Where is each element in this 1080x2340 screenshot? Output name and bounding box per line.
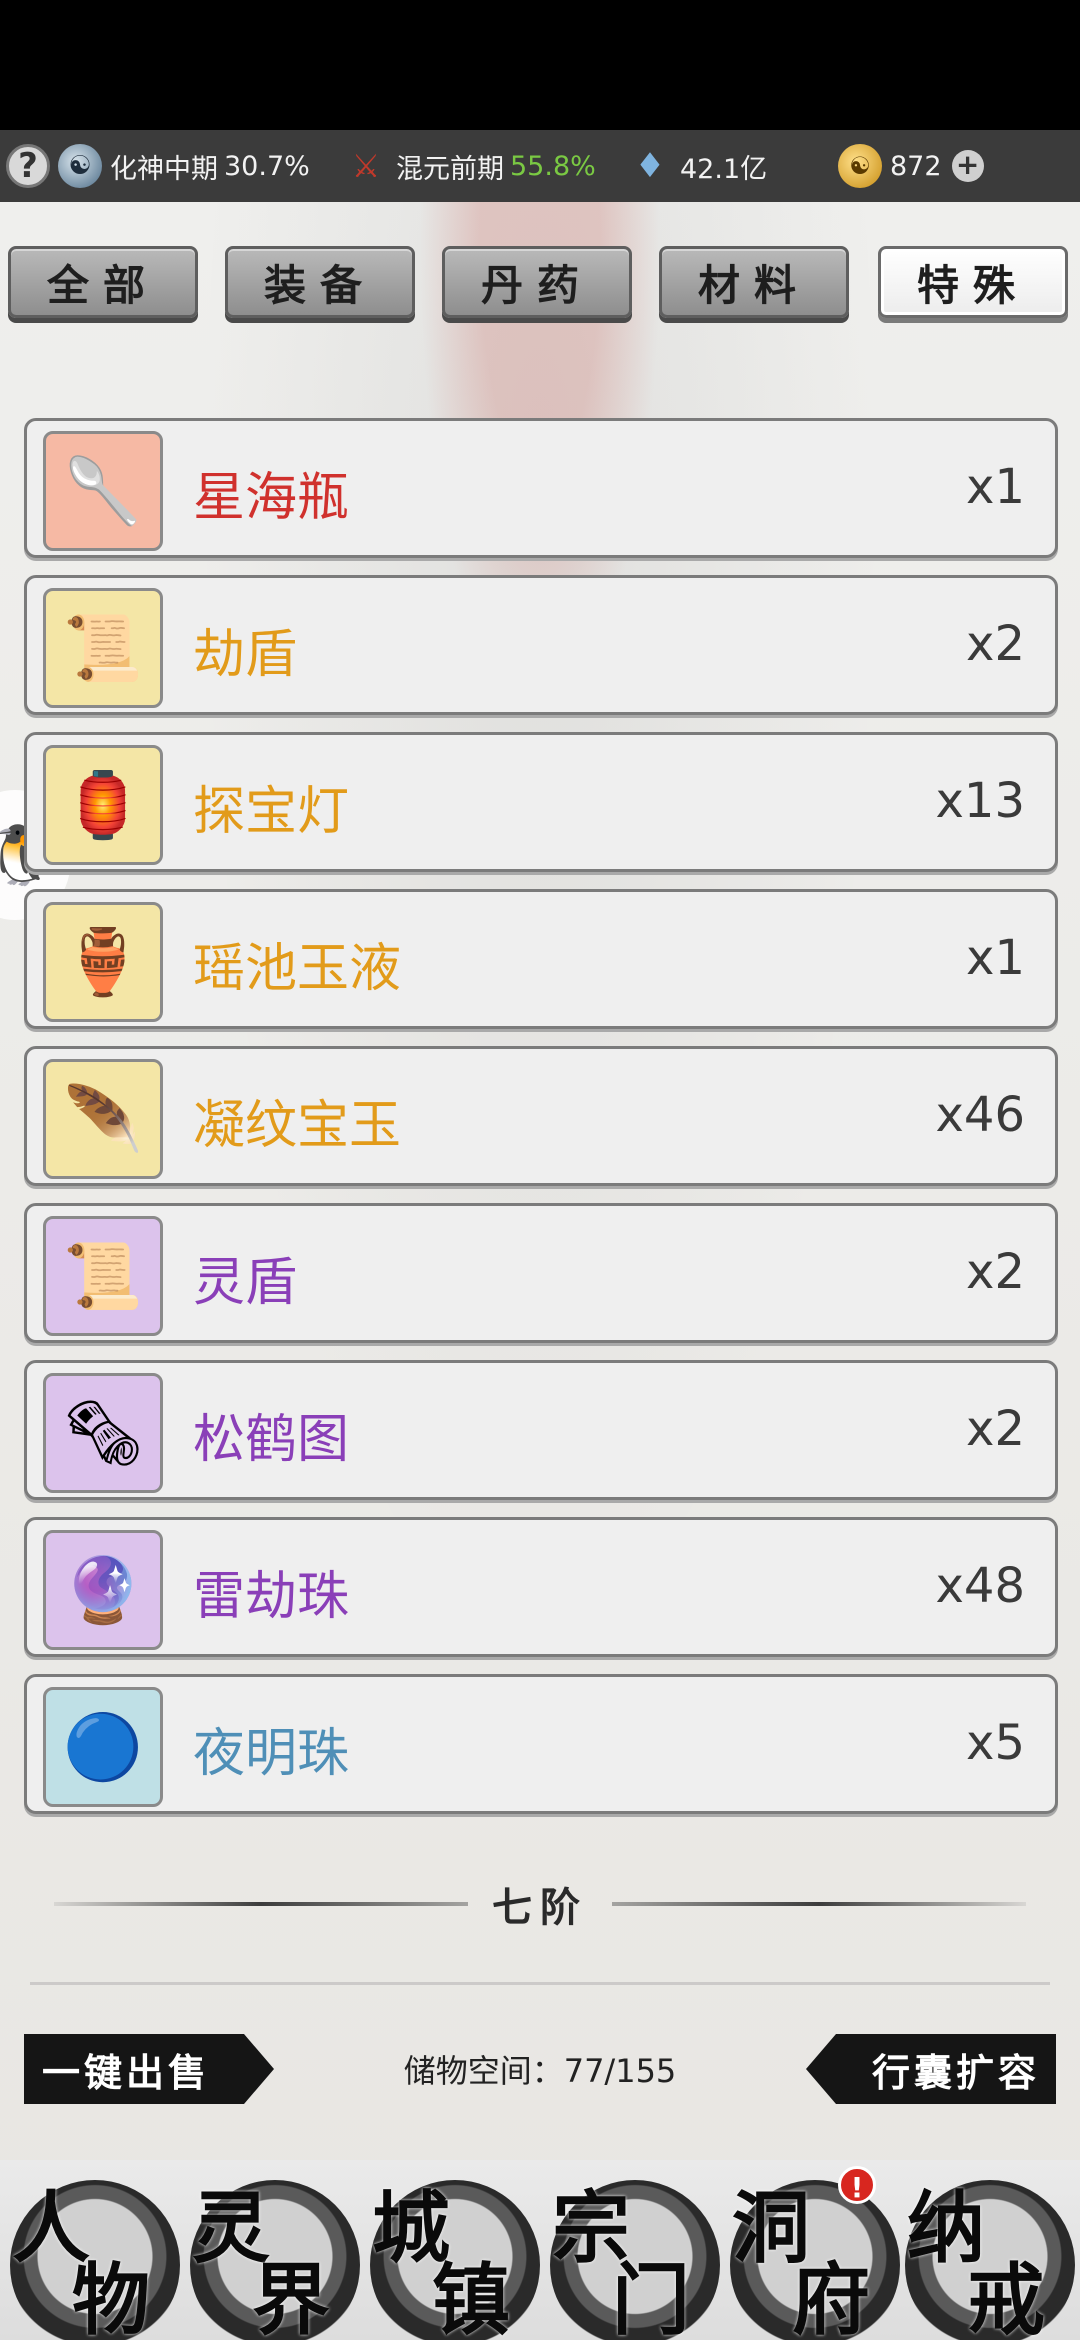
alert-badge-icon: ! bbox=[838, 2166, 876, 2204]
tab-special[interactable]: 特殊 bbox=[878, 246, 1068, 318]
nav-char-2: 府 bbox=[792, 2255, 871, 2340]
help-stat[interactable]: ? bbox=[6, 142, 58, 190]
nav-char-2: 物 bbox=[72, 2255, 151, 2340]
item-quantity: x2 bbox=[966, 616, 1025, 672]
tab-materials[interactable]: 材料 bbox=[659, 246, 849, 318]
tier-divider: 七阶 bbox=[54, 1874, 1026, 1934]
crystal-stat: ♦ 42.1亿 bbox=[628, 142, 767, 190]
nav-char-2: 门 bbox=[612, 2255, 691, 2340]
realm-label: 化神中期 bbox=[110, 153, 218, 185]
nav-town[interactable]: 城 镇 bbox=[370, 2180, 540, 2340]
realm-stat: ☯ 化神中期 30.7% bbox=[58, 142, 310, 190]
item-icon: 📜 bbox=[43, 588, 163, 708]
coin-value: 872 bbox=[890, 150, 942, 182]
item-quantity: x48 bbox=[935, 1558, 1025, 1614]
item-name: 瑶池玉液 bbox=[193, 939, 402, 999]
tier-stat: ⚔ 混元前期 55.8% bbox=[344, 142, 596, 190]
item-icon: 🔵 bbox=[43, 1687, 163, 1807]
crystal-icon: ♦ bbox=[634, 146, 666, 186]
list-item[interactable]: 🗞 松鹤图 x2 bbox=[24, 1360, 1058, 1500]
coin-stat: ☯ 872 + bbox=[838, 142, 984, 190]
tier-label: 混元前期 bbox=[396, 153, 504, 185]
item-name: 星海瓶 bbox=[193, 468, 350, 528]
item-name: 劫盾 bbox=[193, 625, 298, 685]
item-quantity: x2 bbox=[966, 1244, 1025, 1300]
item-quantity: x46 bbox=[935, 1087, 1025, 1143]
item-icon: 🔮 bbox=[43, 1530, 163, 1650]
nav-spirit-realm[interactable]: 灵 界 bbox=[190, 2180, 360, 2340]
coin-icon: ☯ bbox=[838, 144, 882, 188]
system-top-bar bbox=[0, 0, 1080, 130]
nav-char-2: 戒 bbox=[967, 2255, 1046, 2340]
tier-label: 七阶 bbox=[492, 1884, 588, 1931]
item-icon: 🗞 bbox=[43, 1373, 163, 1493]
divider-line bbox=[54, 1902, 468, 1906]
resource-status-bar: ? ☯ 化神中期 30.7% ⚔ 混元前期 55.8% ♦ 42.1亿 ☯ 87… bbox=[0, 130, 1080, 202]
help-icon[interactable]: ? bbox=[6, 144, 50, 188]
nav-storage-ring[interactable]: 纳 戒 bbox=[905, 2180, 1075, 2340]
nav-char-2: 界 bbox=[252, 2255, 331, 2340]
item-name: 雷劫珠 bbox=[193, 1567, 350, 1627]
add-coin-button[interactable]: + bbox=[951, 150, 984, 182]
item-name: 探宝灯 bbox=[193, 782, 350, 842]
tab-all[interactable]: 全部 bbox=[8, 246, 198, 318]
item-icon: 🪶 bbox=[43, 1059, 163, 1179]
item-name: 松鹤图 bbox=[193, 1410, 350, 1470]
bottom-nav: 人 物 灵 界 城 镇 宗 门 洞 府 ! 纳 戒 bbox=[0, 2160, 1080, 2340]
tab-pills[interactable]: 丹药 bbox=[442, 246, 632, 318]
item-quantity: x2 bbox=[966, 1401, 1025, 1457]
nav-cave-abode[interactable]: 洞 府 ! bbox=[730, 2166, 900, 2340]
list-item[interactable]: 🏮 探宝灯 x13 bbox=[24, 732, 1058, 872]
item-icon: 🏺 bbox=[43, 902, 163, 1022]
item-name: 凝纹宝玉 bbox=[193, 1096, 402, 1156]
nav-sect[interactable]: 宗 门 bbox=[550, 2180, 720, 2340]
nav-char-2: 镇 bbox=[432, 2255, 511, 2340]
item-icon: 📜 bbox=[43, 1216, 163, 1336]
realm-percent: 30.7% bbox=[224, 150, 310, 182]
list-item[interactable]: 🔵 夜明珠 x5 bbox=[24, 1674, 1058, 1814]
list-item[interactable]: 🥄 星海瓶 x1 bbox=[24, 418, 1058, 558]
category-tabs: 全部 装备 丹药 材料 特殊 bbox=[8, 246, 1072, 318]
item-quantity: x1 bbox=[966, 459, 1025, 515]
tab-equipment[interactable]: 装备 bbox=[225, 246, 415, 318]
yin-orb-icon: ☯ bbox=[58, 144, 102, 188]
item-quantity: x13 bbox=[935, 773, 1025, 829]
divider-line bbox=[612, 1902, 1026, 1906]
item-quantity: x5 bbox=[966, 1715, 1025, 1771]
list-item[interactable]: 📜 劫盾 x2 bbox=[24, 575, 1058, 715]
sword-icon: ⚔ bbox=[351, 147, 381, 185]
list-item[interactable]: 🔮 雷劫珠 x48 bbox=[24, 1517, 1058, 1657]
tier-percent: 55.8% bbox=[510, 150, 596, 182]
item-quantity: x1 bbox=[966, 930, 1025, 986]
nav-character[interactable]: 人 物 bbox=[10, 2180, 180, 2340]
list-item[interactable]: 🏺 瑶池玉液 x1 bbox=[24, 889, 1058, 1029]
tier-rule bbox=[30, 1982, 1050, 1985]
crystal-value: 42.1亿 bbox=[680, 153, 768, 185]
list-item[interactable]: 🪶 凝纹宝玉 x46 bbox=[24, 1046, 1058, 1186]
expand-bag-button[interactable]: 行囊扩容 bbox=[806, 2034, 1056, 2104]
item-icon: 🥄 bbox=[43, 431, 163, 551]
item-name: 灵盾 bbox=[193, 1253, 298, 1313]
item-icon: 🏮 bbox=[43, 745, 163, 865]
item-name: 夜明珠 bbox=[193, 1724, 350, 1784]
list-item[interactable]: 📜 灵盾 x2 bbox=[24, 1203, 1058, 1343]
